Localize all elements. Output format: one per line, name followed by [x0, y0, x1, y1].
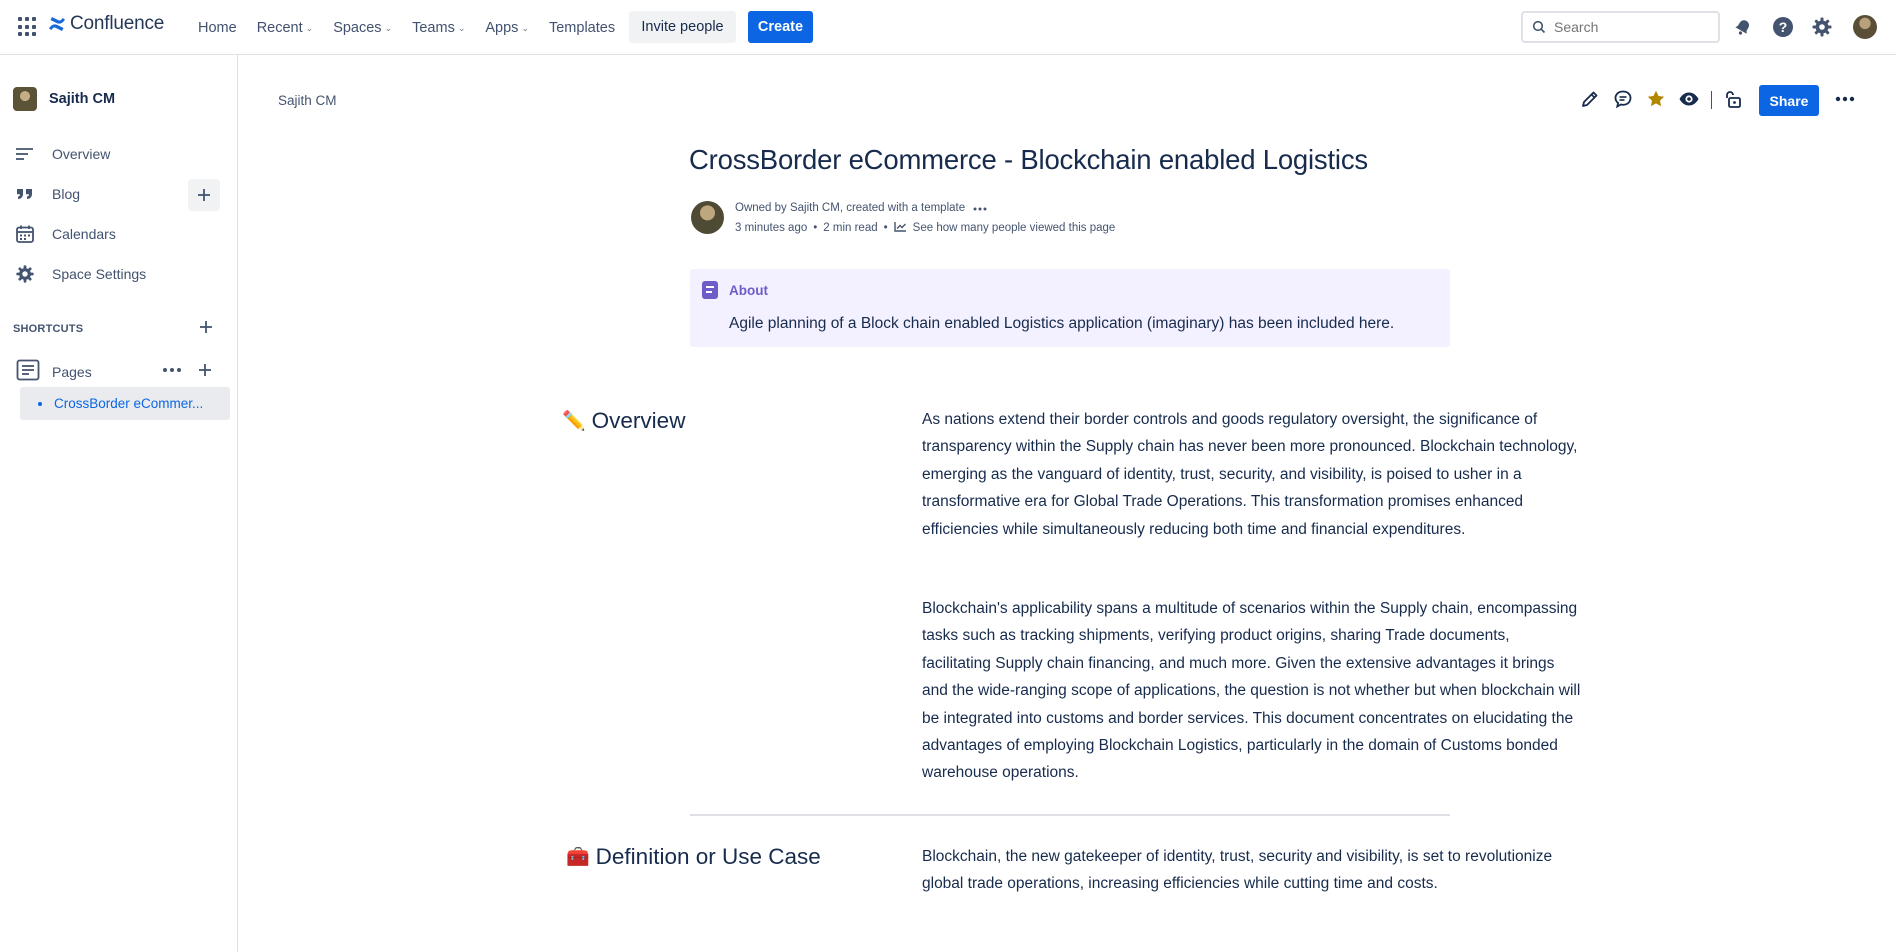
note-icon [702, 281, 718, 299]
section-heading-text: Definition or Use Case [595, 844, 821, 869]
settings-icon[interactable] [1810, 15, 1834, 39]
sidebar-item-blog[interactable]: Blog [14, 183, 80, 205]
plus-icon [198, 189, 210, 201]
gear-icon [14, 263, 36, 285]
sidebar-item-label: Space Settings [52, 266, 147, 282]
analytics-link[interactable]: See how many people viewed this page [913, 222, 1116, 234]
create-button[interactable]: Create [748, 11, 813, 43]
search-input[interactable] [1554, 19, 1704, 35]
comment-icon[interactable] [1613, 89, 1633, 113]
section-heading-definition: 🧰 Definition or Use Case [566, 844, 821, 870]
overview-paragraph-2: Blockchain's applicability spans a multi… [922, 600, 1581, 782]
byline-meta: 3 minutes ago • 2 min read • See how man… [735, 221, 1115, 235]
space-avatar [13, 87, 37, 111]
add-page-button[interactable] [194, 359, 216, 381]
plus-icon [200, 321, 212, 333]
sidebar-item-calendars[interactable]: Calendars [14, 223, 116, 245]
space-sidebar: Sajith CM Overview Blog Calendars Space … [0, 55, 238, 952]
shortcuts-heading: SHORTCUTS [13, 323, 84, 335]
byline-separator: • [813, 222, 818, 234]
section-divider [690, 814, 1450, 816]
toolbox-emoji-icon: 🧰 [566, 847, 590, 868]
sidebar-item-pages[interactable]: Pages [16, 359, 92, 384]
search-icon [1532, 20, 1546, 34]
space-name: Sajith CM [49, 91, 116, 107]
confluence-logo-icon [49, 17, 65, 31]
nav-templates-label: Templates [548, 19, 616, 36]
chevron-down-icon: ⌄ [521, 23, 529, 33]
sidebar-item-label: Overview [52, 146, 111, 162]
app-switcher-icon[interactable] [18, 17, 38, 37]
sidebar-item-label: Calendars [52, 226, 116, 242]
nav-teams[interactable]: Teams ⌄ [412, 20, 465, 36]
calendar-icon [14, 223, 36, 245]
overview-icon [14, 143, 36, 165]
nav-apps-label: Apps [485, 19, 519, 36]
quote-icon [14, 183, 36, 205]
byline-more-icon[interactable] [973, 202, 987, 214]
info-panel: About Agile planning of a Block chain en… [690, 269, 1450, 347]
nav-teams-label: Teams [412, 19, 455, 36]
byline-time: 3 minutes ago [735, 222, 808, 234]
help-icon[interactable]: ? [1771, 15, 1795, 39]
panel-title: About [729, 283, 768, 298]
nav-apps[interactable]: Apps ⌄ [485, 20, 529, 36]
svg-text:?: ? [1779, 19, 1788, 35]
more-actions-icon[interactable] [1835, 89, 1855, 113]
pages-more-icon[interactable] [160, 359, 184, 381]
sidebar-item-space-settings[interactable]: Space Settings [14, 263, 146, 285]
chevron-down-icon: ⌄ [457, 23, 466, 33]
bullet-icon [38, 401, 42, 406]
sidebar-item-label: Blog [52, 186, 81, 202]
author-avatar[interactable] [691, 201, 724, 234]
panel-text: Agile planning of a Block chain enabled … [729, 315, 1395, 332]
share-button[interactable]: Share [1759, 85, 1819, 116]
byline-read-time: 2 min read [823, 222, 878, 234]
top-navigation: Confluence Home Recent ⌄ Spaces ⌄ Teams ⌄ A… [0, 0, 1896, 55]
byline-owner: Owned by Sajith CM, created with a templ… [735, 202, 987, 214]
profile-avatar[interactable] [1853, 15, 1877, 39]
definition-paragraph-1: Blockchain, the new gatekeeper of identi… [922, 848, 1553, 893]
space-header[interactable]: Sajith CM [13, 87, 115, 111]
nav-recent-label: Recent [256, 19, 303, 36]
nav-spaces-label: Spaces [333, 19, 382, 36]
app-name: Confluence [70, 13, 165, 34]
primary-nav: Home Recent ⌄ Spaces ⌄ Teams ⌄ Apps ⌄ Templa… [198, 0, 635, 55]
edit-icon[interactable] [1580, 89, 1600, 113]
overview-paragraph-1: As nations extend their border controls … [922, 411, 1578, 538]
chevron-down-icon: ⌄ [305, 23, 314, 33]
search-box[interactable] [1521, 11, 1720, 43]
byline-separator: • [883, 222, 888, 234]
page-tree-item-label: CrossBorder eCommer... [54, 396, 204, 411]
nav-spaces[interactable]: Spaces ⌄ [333, 20, 392, 36]
nav-home-label: Home [198, 19, 237, 36]
pages-icon [16, 359, 40, 384]
star-icon[interactable] [1646, 89, 1666, 113]
nav-recent[interactable]: Recent ⌄ [257, 20, 314, 36]
watch-icon[interactable] [1678, 89, 1700, 113]
add-blog-button[interactable] [188, 179, 220, 211]
toolbar-divider [1711, 91, 1712, 109]
invite-people-button[interactable]: Invite people [629, 11, 736, 43]
byline-owner-text[interactable]: Owned by Sajith CM, created with a templ… [735, 202, 965, 214]
sidebar-item-overview[interactable]: Overview [14, 143, 110, 165]
page-title: CrossBorder eCommerce - Blockchain enabl… [689, 144, 1368, 175]
restrictions-icon[interactable] [1723, 89, 1743, 113]
section-heading-overview: ✏️ Overview [562, 408, 685, 434]
nav-home[interactable]: Home [198, 20, 237, 36]
nav-templates[interactable]: Templates [549, 20, 615, 36]
plus-icon [199, 364, 211, 376]
pencil-emoji-icon: ✏️ [562, 411, 586, 432]
confluence-logo[interactable]: Confluence [48, 13, 164, 35]
sidebar-item-label: Pages [52, 363, 92, 380]
chevron-down-icon: ⌄ [384, 23, 393, 33]
breadcrumb[interactable]: Sajith CM [278, 93, 337, 108]
page-tree-item[interactable]: CrossBorder eCommer... [20, 387, 230, 420]
analytics-icon [893, 221, 907, 235]
section-heading-text: Overview [591, 408, 686, 433]
notifications-icon[interactable] [1731, 15, 1755, 39]
add-shortcut-button[interactable] [196, 317, 216, 337]
